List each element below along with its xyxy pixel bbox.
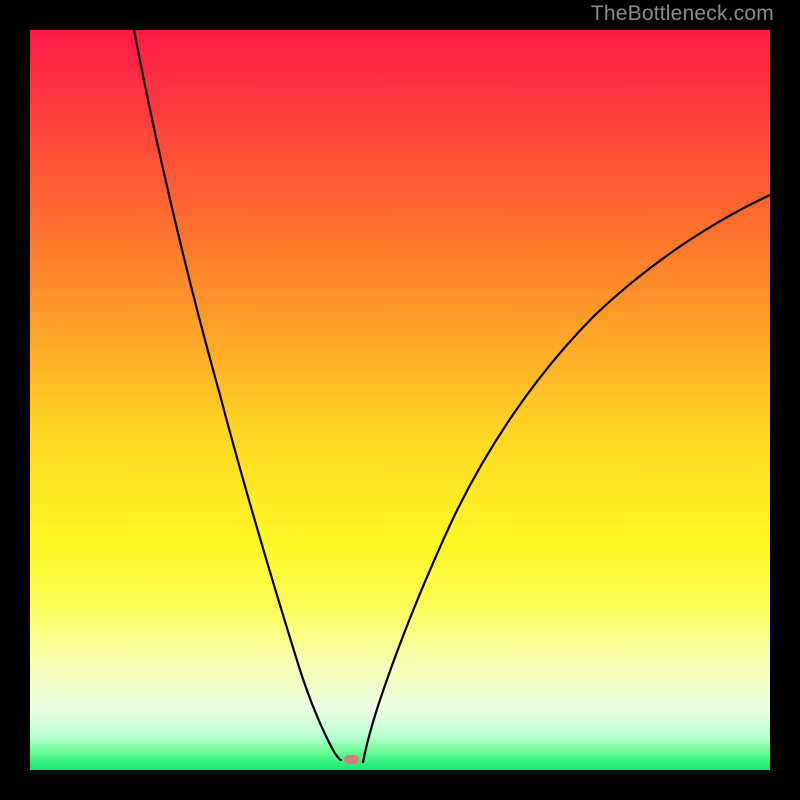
- optimum-marker: [344, 755, 359, 764]
- watermark: TheBottleneck.com: [591, 2, 774, 26]
- right-branch: [363, 195, 770, 762]
- bottleneck-curve: [30, 30, 770, 770]
- plot-area: [30, 30, 770, 770]
- left-branch: [134, 30, 341, 760]
